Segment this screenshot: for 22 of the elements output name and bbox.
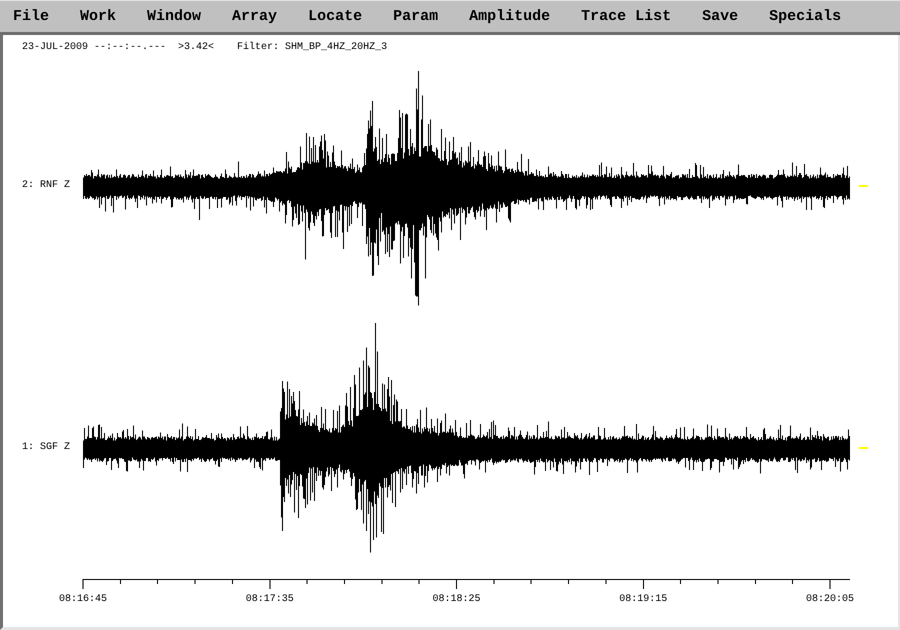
menu-item[interactable]: Save bbox=[690, 1, 750, 32]
menu-item[interactable]: Locate bbox=[296, 1, 374, 32]
trace-label: 2: RNF Z bbox=[21, 180, 72, 192]
time-label: 08:16:45 bbox=[59, 594, 107, 605]
menu-item[interactable]: Trace List bbox=[569, 1, 684, 32]
menu-item[interactable]: Work bbox=[68, 1, 128, 32]
trace-marker-icon bbox=[859, 447, 868, 449]
menu-item[interactable]: Amplitude bbox=[457, 1, 562, 32]
filter-text: Filter: SHM_BP_4HZ_20HZ_3 bbox=[237, 42, 388, 54]
amplitude-text: >3.42< bbox=[178, 42, 214, 54]
trace-label: 1: SGF Z bbox=[21, 442, 72, 454]
time-label: 08:18:25 bbox=[432, 594, 480, 605]
time-label: 08:17:35 bbox=[246, 594, 294, 605]
trace-marker-icon bbox=[859, 185, 868, 187]
time-label: 08:19:15 bbox=[619, 594, 668, 605]
time-label: 08:20:05 bbox=[806, 594, 854, 605]
menu-item[interactable]: Specials bbox=[757, 1, 854, 32]
menu-item[interactable]: File bbox=[1, 1, 62, 32]
menu-item[interactable]: Param bbox=[381, 1, 450, 32]
menu-item[interactable]: Window bbox=[135, 1, 214, 32]
date-time-text: 23-JUL-2009 --:--:--.--- bbox=[22, 42, 166, 54]
menu-item[interactable]: Array bbox=[220, 1, 290, 32]
